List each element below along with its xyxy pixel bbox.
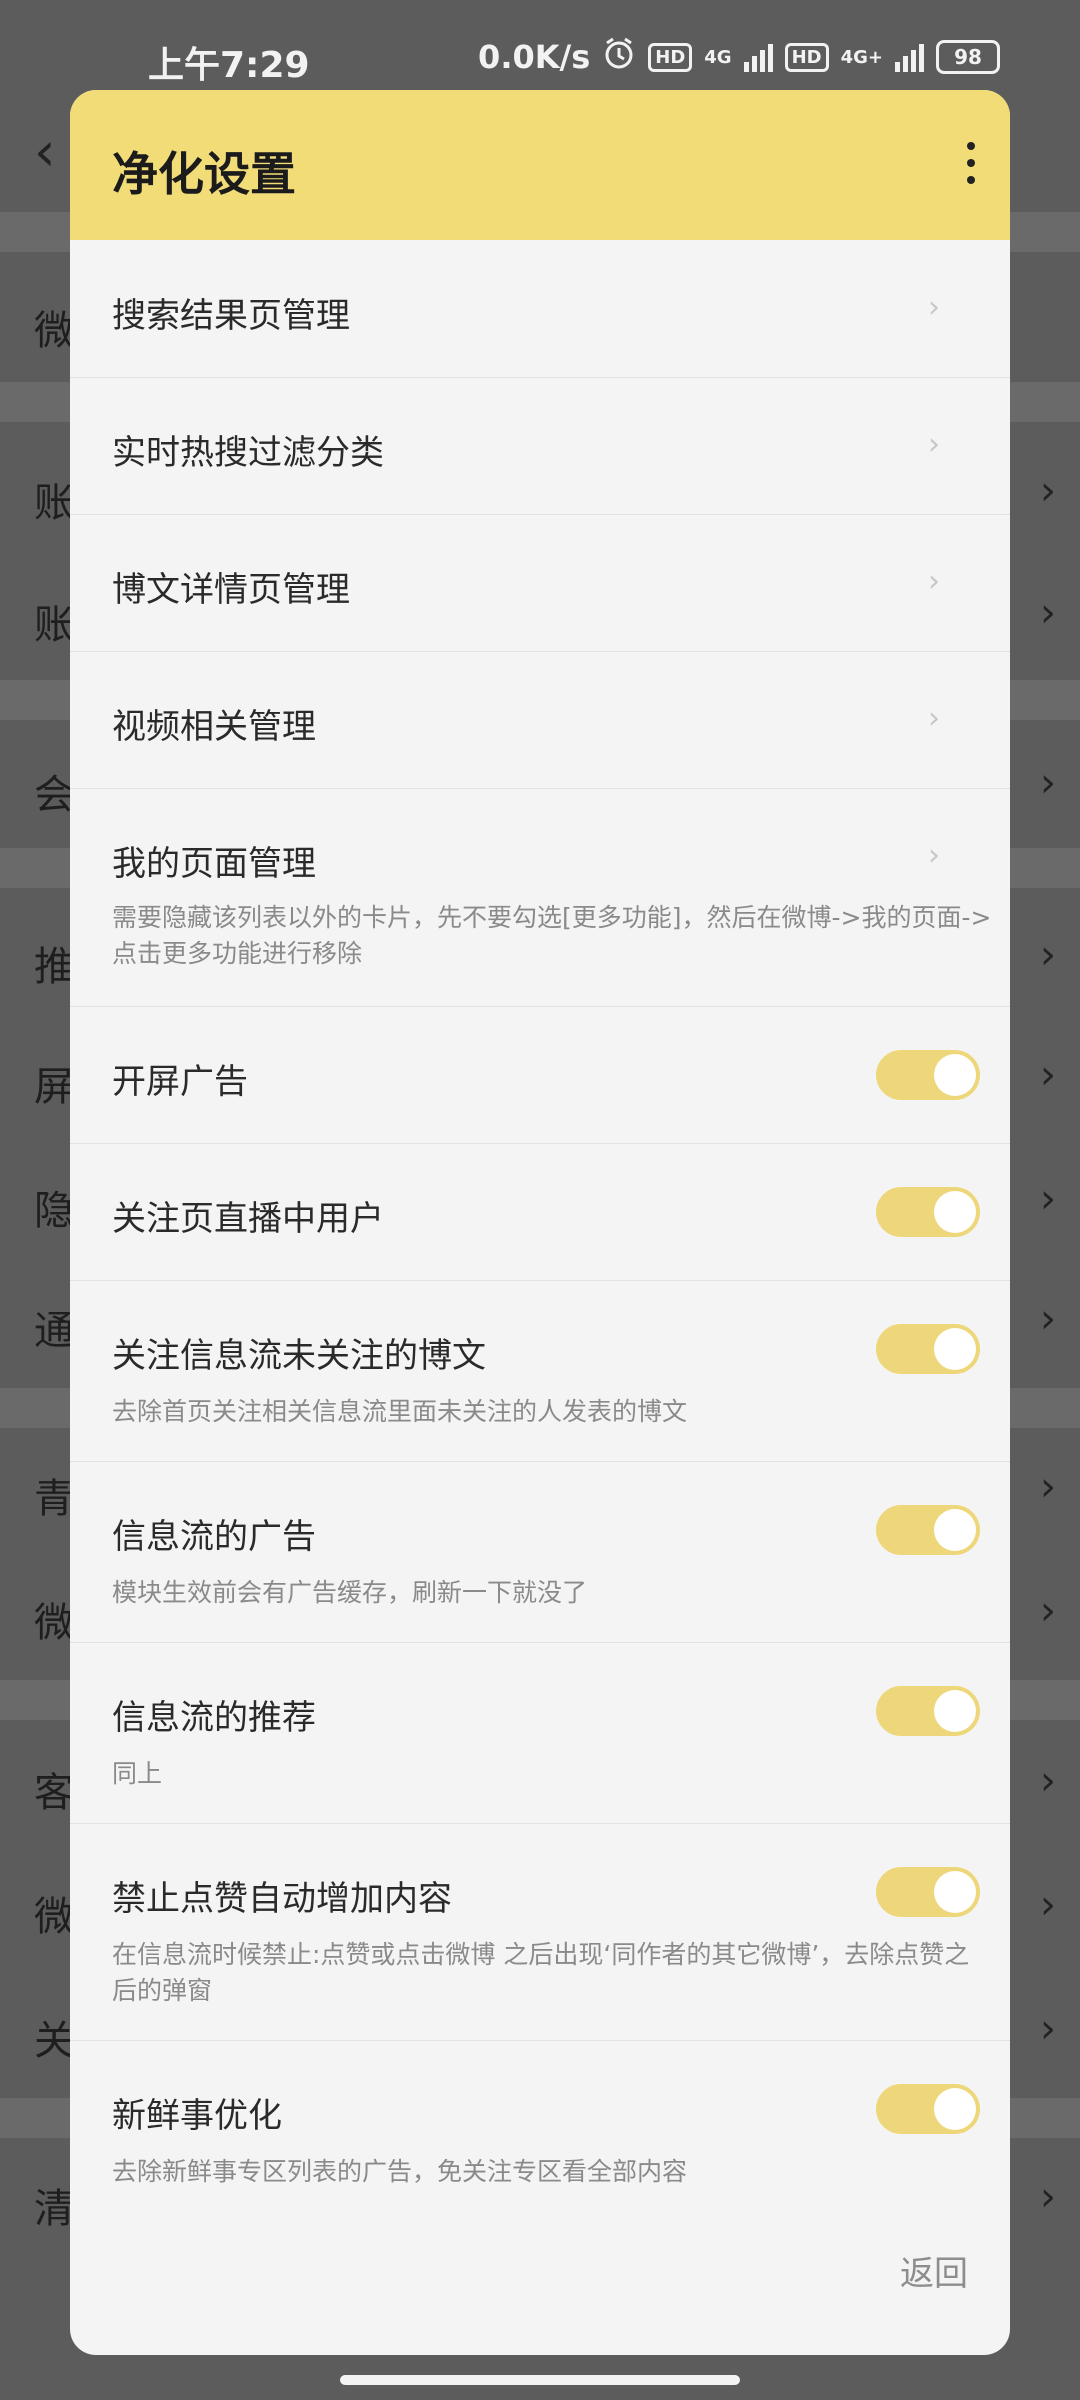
setting-post-detail[interactable]: 博文详情页管理 ›	[70, 514, 1010, 652]
signal-icon-sim2	[895, 42, 924, 72]
more-vertical-icon[interactable]	[966, 142, 976, 186]
chevron-right-icon: ›	[928, 290, 940, 325]
hd-badge-sim2: HD	[784, 42, 829, 72]
setting-label: 我的页面管理	[112, 844, 316, 884]
signal-icon-sim1	[743, 42, 773, 72]
toggle-switch[interactable]	[876, 1050, 980, 1100]
network-type-sim1: 4G	[704, 46, 732, 68]
setting-feed-ads: 信息流的广告 模块生效前会有广告缓存，刷新一下就没了	[70, 1461, 1010, 1643]
setting-description: 需要隐藏该列表以外的卡片，先不要勾选[更多功能]，然后在微博->我的页面->点击…	[112, 903, 992, 968]
dialog-header: 净化设置	[70, 90, 1010, 240]
toggle-switch[interactable]	[876, 2084, 980, 2134]
toggle-switch[interactable]	[876, 1867, 980, 1917]
setting-label: 信息流的广告	[112, 1517, 316, 1557]
setting-description: 去除新鲜事专区列表的广告，免关注专区看全部内容	[112, 2157, 688, 2186]
chevron-right-icon: ›	[928, 701, 940, 736]
setting-description: 同上	[112, 1759, 163, 1788]
network-type-sim2: 4G+	[840, 46, 883, 68]
setting-video[interactable]: 视频相关管理 ›	[70, 651, 1010, 789]
setting-hot-search-filter[interactable]: 实时热搜过滤分类 ›	[70, 377, 1010, 515]
setting-label: 实时热搜过滤分类	[112, 433, 384, 473]
setting-description: 去除首页关注相关信息流里面未关注的人发表的博文	[112, 1397, 688, 1426]
setting-live-users: 关注页直播中用户	[70, 1143, 1010, 1281]
setting-label: 视频相关管理	[112, 707, 316, 747]
network-speed: 0.0K/s	[478, 38, 591, 76]
chevron-right-icon: ›	[928, 838, 940, 873]
setting-label: 搜索结果页管理	[112, 296, 350, 336]
setting-my-page[interactable]: 我的页面管理 › 需要隐藏该列表以外的卡片，先不要勾选[更多功能]，然后在微博-…	[70, 788, 1010, 1007]
gesture-bar[interactable]	[340, 2375, 740, 2385]
setting-label: 开屏广告	[112, 1062, 248, 1102]
alarm-icon	[602, 36, 636, 78]
setting-label: 关注页直播中用户	[112, 1199, 384, 1239]
chevron-right-icon: ›	[928, 427, 940, 462]
toggle-switch[interactable]	[876, 1324, 980, 1374]
dialog-title: 净化设置	[112, 147, 296, 201]
settings-list: 搜索结果页管理 › 实时热搜过滤分类 › 博文详情页管理 › 视频相关管理 › …	[70, 240, 1010, 2270]
back-icon[interactable]: ‹	[34, 120, 56, 183]
setting-label: 博文详情页管理	[112, 570, 350, 610]
setting-description: 在信息流时候禁止:点赞或点击微博 之后出现‘同作者的其它微博’，去除点赞之后的弹…	[112, 1940, 970, 2005]
status-time: 上午7:29	[148, 45, 310, 86]
setting-splash-ad: 开屏广告	[70, 1006, 1010, 1144]
setting-label: 关注信息流未关注的博文	[112, 1336, 486, 1376]
setting-label: 新鲜事优化	[112, 2096, 282, 2136]
setting-whats-new: 新鲜事优化 去除新鲜事专区列表的广告，免关注专区看全部内容	[70, 2040, 1010, 2221]
chevron-right-icon: ›	[928, 564, 940, 599]
setting-like-auto-content: 禁止点赞自动增加内容 在信息流时候禁止:点赞或点击微博 之后出现‘同作者的其它微…	[70, 1823, 1010, 2041]
hd-badge-sim1: HD	[648, 42, 693, 72]
battery-icon: 98	[936, 40, 1000, 74]
back-button[interactable]: 返回	[900, 2246, 968, 2295]
setting-description: 模块生效前会有广告缓存，刷新一下就没了	[112, 1578, 588, 1607]
setting-search-results[interactable]: 搜索结果页管理 ›	[70, 240, 1010, 378]
setting-unfollowed-posts: 关注信息流未关注的博文 去除首页关注相关信息流里面未关注的人发表的博文	[70, 1280, 1010, 1462]
status-right: 0.0K/s HD 4G HD 4G+ 98	[478, 36, 1000, 78]
setting-label: 信息流的推荐	[112, 1698, 316, 1738]
purify-settings-dialog: 净化设置 搜索结果页管理 › 实时热搜过滤分类 › 博文详情页管理 › 视频相关…	[70, 90, 1010, 2355]
setting-feed-recommend: 信息流的推荐 同上	[70, 1642, 1010, 1824]
toggle-switch[interactable]	[876, 1686, 980, 1736]
toggle-switch[interactable]	[876, 1187, 980, 1237]
toggle-switch[interactable]	[876, 1505, 980, 1555]
setting-label: 禁止点赞自动增加内容	[112, 1879, 452, 1919]
